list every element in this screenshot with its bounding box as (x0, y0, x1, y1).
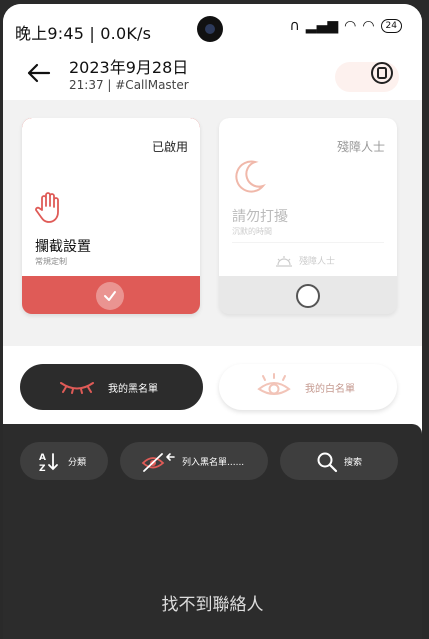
tab-whitelist[interactable]: 我的白名單 (219, 364, 397, 410)
card-content: 殘障人士 請勿打擾 沉默的時間 殘障人士 (219, 118, 397, 276)
closed-eye-icon (60, 382, 94, 394)
add-to-blacklist-label: 列入黑名單...... (182, 458, 245, 468)
hand-stop-icon (35, 192, 59, 223)
back-arrow-icon[interactable] (23, 58, 53, 88)
status-icons: ∩ ▂▄▆ ◠ ◠ 24 (290, 18, 402, 34)
card-sub-label: 殘障人士 (299, 257, 336, 267)
svg-text:A: A (39, 453, 46, 463)
tab-blacklist[interactable]: 我的黑名單 (20, 364, 203, 410)
selected-check-icon[interactable] (96, 282, 124, 310)
svg-text:Z: Z (39, 464, 46, 473)
wifi-icon: ◠ (344, 18, 357, 34)
empty-state-message: 找不到聯絡人 (161, 595, 264, 615)
wifi-icon-2: ◠ (362, 18, 375, 34)
card-sub-row: 殘障人士 (275, 254, 335, 267)
sort-label: 分類 (68, 458, 87, 468)
headphones-icon: ∩ (289, 18, 300, 34)
app-screen: 晚上9:45 | 0.0K/s ∩ ▂▄▆ ◠ ◠ 24 2023年9月28日 … (3, 4, 422, 639)
front-camera (197, 16, 223, 42)
open-eye-icon (257, 373, 291, 395)
card-title: 請勿打擾 (232, 209, 288, 225)
signal-icon: ▂▄▆ (305, 18, 339, 34)
card-description: 常規定制 (35, 257, 67, 266)
card-status-tag: 殘障人士 (336, 140, 385, 154)
mode-cards-section: 已啟用 攔截設置 常規定制 殘障人士 請勿打擾 沉默的時間 殘障人士 (3, 100, 422, 346)
battery-icon: 24 (380, 19, 402, 33)
unselected-radio[interactable] (296, 284, 320, 308)
status-bar: 晚上9:45 | 0.0K/s ∩ ▂▄▆ ◠ ◠ 24 (3, 4, 422, 52)
hide-eye-icon (141, 453, 175, 472)
list-tabs: 我的黑名單 我的白名單 (3, 346, 422, 424)
tab-label: 我的白名單 (305, 384, 355, 395)
moon-icon (235, 160, 266, 193)
search-label: 搜索 (344, 458, 363, 468)
app-header: 2023年9月28日 21:37 | #CallMaster (3, 52, 422, 100)
sun-icon (276, 255, 292, 267)
contacts-panel: A Z 分類 列入黑名單...... 搜索 找不到聯絡人 (3, 424, 422, 639)
search-button[interactable]: 搜索 (280, 442, 398, 480)
page-subtitle: 21:37 | #CallMaster (69, 78, 189, 92)
page-title: 2023年9月28日 (69, 58, 189, 77)
blocking-settings-card[interactable]: 已啟用 攔截設置 常規定制 (22, 118, 200, 314)
do-not-disturb-card[interactable]: 殘障人士 請勿打擾 沉默的時間 殘障人士 (219, 118, 397, 314)
sort-button[interactable]: A Z 分類 (20, 442, 108, 480)
card-divider (232, 242, 384, 243)
card-title: 攔截設置 (35, 239, 91, 255)
add-to-blacklist-button[interactable]: 列入黑名單...... (120, 442, 268, 480)
sort-az-icon: A Z (39, 453, 58, 473)
status-time: 晚上9:45 | 0.0K/s (15, 24, 152, 43)
scan-icon[interactable] (369, 60, 395, 86)
card-description: 沉默的時間 (232, 227, 272, 236)
card-status-tag: 已啟用 (151, 140, 188, 154)
search-icon (317, 452, 338, 473)
tab-label: 我的黑名單 (108, 384, 158, 395)
card-content: 已啟用 攔截設置 常規定制 (22, 118, 200, 276)
